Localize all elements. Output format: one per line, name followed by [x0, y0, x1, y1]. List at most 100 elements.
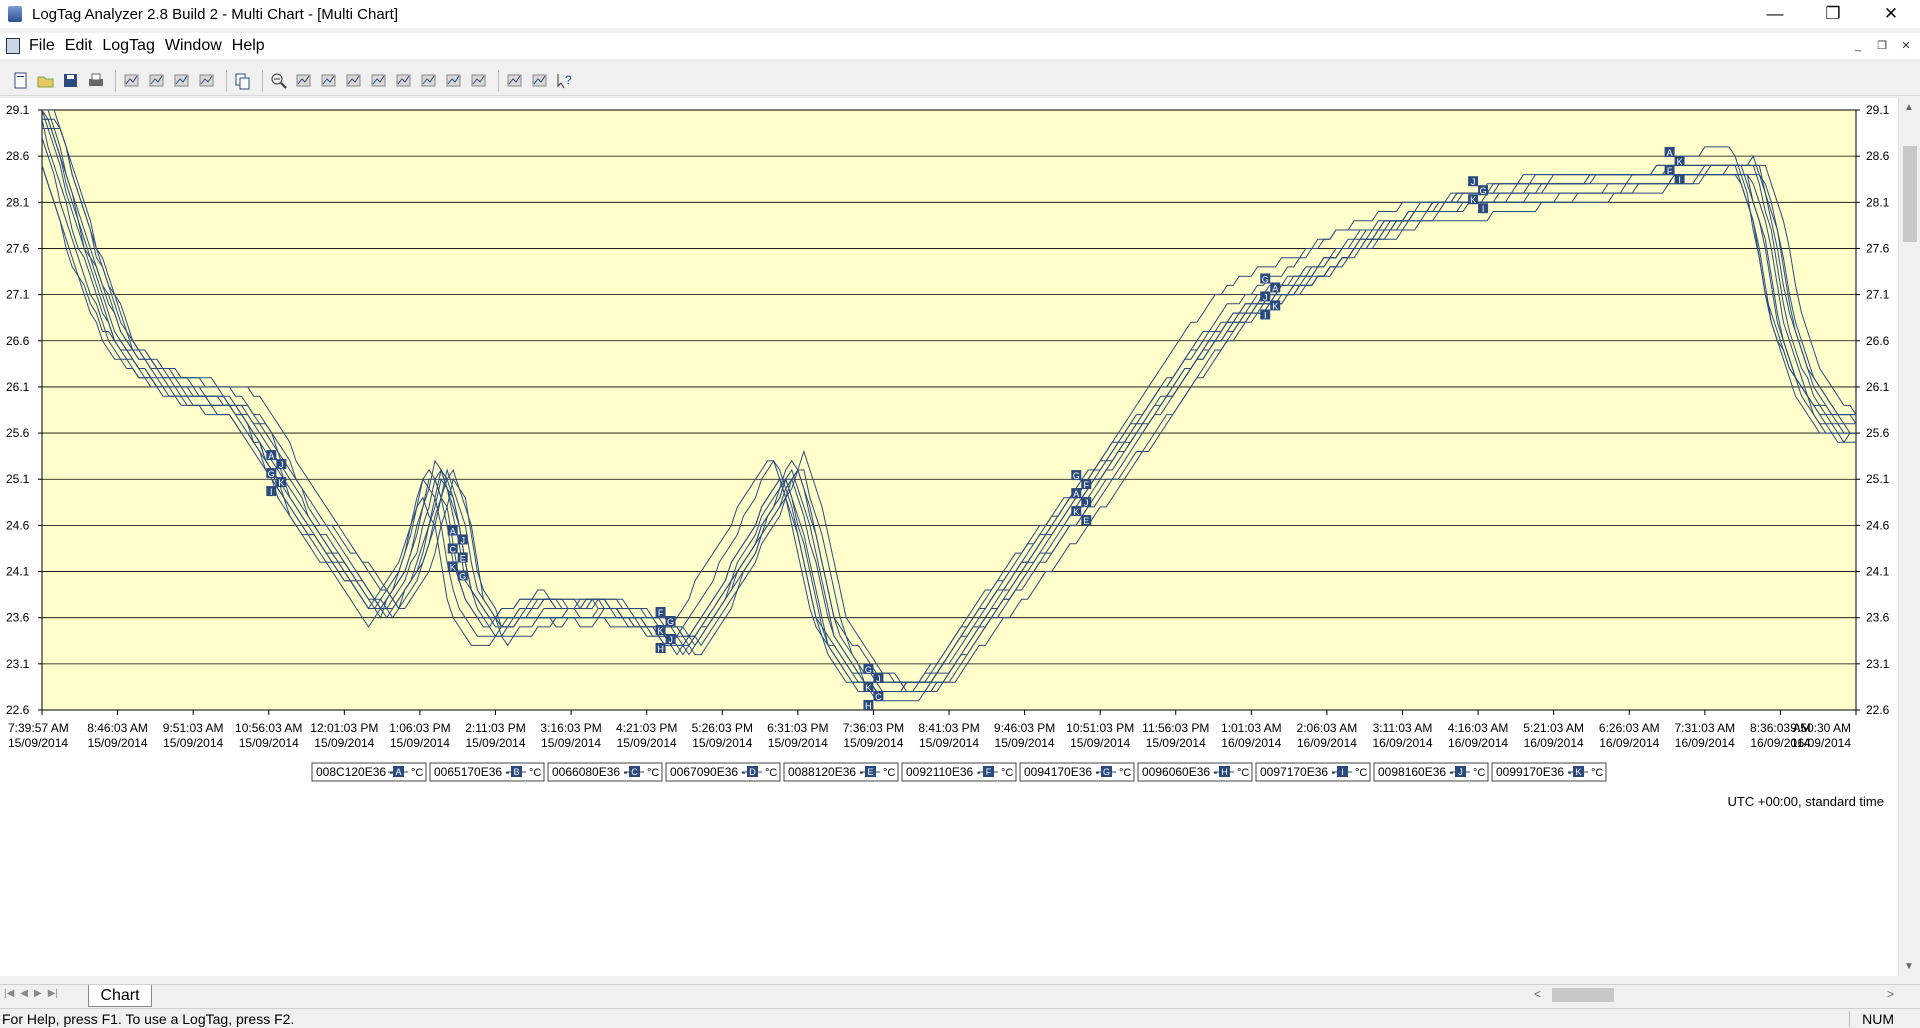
x-tick-label-time: 5:21:03 AM: [1523, 721, 1584, 735]
marker-label-G: G: [1073, 471, 1080, 481]
legend-unit-A: °C: [411, 767, 423, 779]
mdi-close-button[interactable]: ✕: [1898, 38, 1914, 54]
configure-button[interactable]: [146, 70, 168, 92]
toolbar-separator: [498, 69, 499, 92]
legend-name-D: 0067090E36 -: [670, 765, 745, 779]
first-tab-icon[interactable]: |◀: [4, 988, 14, 999]
legend-letter-J: J: [1458, 767, 1463, 777]
open-button[interactable]: [35, 70, 57, 92]
mark-button[interactable]: [318, 70, 340, 92]
x-tick-label-date: 15/09/2014: [88, 736, 148, 750]
x-tick-label-date: 16/09/2014: [1372, 736, 1432, 750]
x-tick-label-time: 2:06:03 AM: [1297, 721, 1358, 735]
horizontal-scrollbar[interactable]: < >: [1530, 986, 1898, 1004]
scroll-down-icon[interactable]: ▼: [1904, 961, 1914, 972]
legend-name-A: 008C120E36 -: [316, 765, 393, 779]
line-chart-button[interactable]: [468, 70, 490, 92]
prev-tab-icon[interactable]: ◀: [20, 988, 28, 999]
zoom-out-icon: [271, 73, 287, 89]
x-tick-label-date: 16/09/2014: [1448, 736, 1508, 750]
axis-up-button[interactable]: [393, 70, 415, 92]
zoom-out-button[interactable]: [268, 70, 290, 92]
last-tab-icon[interactable]: ▶|: [48, 988, 58, 999]
new-button[interactable]: [10, 70, 32, 92]
tools-button[interactable]: [504, 70, 526, 92]
menu-edit[interactable]: Edit: [60, 37, 98, 55]
menu-file[interactable]: File: [24, 37, 60, 55]
axis-down-button[interactable]: [368, 70, 390, 92]
logger-icon: [199, 74, 214, 86]
x-tick-label-time: 1:06:03 PM: [389, 721, 450, 735]
x-tick-label-time: 5:26:03 PM: [692, 721, 753, 735]
next-tab-icon[interactable]: ▶: [34, 988, 42, 999]
mdi-minimize-button[interactable]: _: [1850, 38, 1866, 54]
x-tick-label-date: 15/09/2014: [465, 736, 525, 750]
x-tick-label-time: 1:01:03 AM: [1221, 721, 1282, 735]
x-tick-label-date: 16/09/2014: [1297, 736, 1357, 750]
y-tick-label: 22.6: [6, 703, 30, 717]
legend-letter-I: I: [1341, 767, 1344, 777]
context-help-icon: ?: [557, 73, 572, 88]
tools-icon: [507, 74, 522, 86]
mdi-restore-button[interactable]: ❐: [1874, 38, 1890, 54]
marker-label-F: F: [1084, 480, 1090, 490]
y-tick-label: 23.6: [6, 611, 30, 625]
y-tick-label-right: 23.6: [1866, 611, 1890, 625]
multi-chart: Multi Chart29.129.128.628.628.128.127.62…: [6, 98, 1890, 809]
legend-letter-H: H: [1221, 767, 1228, 777]
timezone-note: UTC +00:00, standard time: [1728, 794, 1884, 809]
marker-label-K: K: [1470, 195, 1476, 205]
scroll-left-icon[interactable]: <: [1534, 987, 1541, 1001]
menu-help[interactable]: Help: [227, 37, 270, 55]
close-button[interactable]: ✕: [1862, 0, 1920, 28]
x-tick-label-time: 10:51:03 PM: [1066, 721, 1134, 735]
legend-letter-C: C: [631, 767, 638, 777]
vertical-scrollbar[interactable]: ▲ ▼: [1898, 98, 1920, 976]
download-button[interactable]: [121, 70, 143, 92]
horizontal-scroll-thumb[interactable]: [1552, 988, 1614, 1002]
y-tick-label: 23.1: [6, 657, 30, 671]
restore-button[interactable]: ❐: [1804, 0, 1862, 28]
y-tick-label-right: 22.6: [1866, 703, 1890, 717]
x-tick-label-time: 4:21:03 PM: [616, 721, 677, 735]
menu-bar: File Edit LogTag Window Help: [0, 33, 1920, 59]
scroll-up-icon[interactable]: ▲: [1904, 102, 1914, 113]
logger-button[interactable]: [196, 70, 218, 92]
menu-window[interactable]: Window: [160, 37, 227, 55]
menu-logtag[interactable]: LogTag: [97, 37, 160, 55]
axis-up-icon: [396, 74, 411, 86]
axis-button[interactable]: [343, 70, 365, 92]
legend-unit-C: °C: [647, 767, 659, 779]
minimize-button[interactable]: —: [1746, 0, 1804, 28]
copy-button[interactable]: [232, 70, 254, 92]
y-tick-label-right: 26.1: [1866, 380, 1890, 394]
marker-label-K: K: [450, 562, 456, 572]
document-icon[interactable]: [6, 38, 20, 54]
zoom-table-button[interactable]: [293, 70, 315, 92]
marker-label-J: J: [460, 535, 465, 545]
print-button[interactable]: [85, 70, 107, 92]
marker-label-A: A: [1073, 489, 1079, 499]
x-tick-label-date: 15/09/2014: [768, 736, 828, 750]
x-tick-label-time: 3:11:03 AM: [1373, 721, 1433, 735]
marker-label-A: A: [1272, 283, 1278, 293]
tab-chart[interactable]: Chart: [88, 985, 152, 1007]
context-help-button[interactable]: ?: [554, 70, 576, 92]
x-tick-label-date: 16/09/2014: [1791, 736, 1851, 750]
marker-label-K: K: [1677, 157, 1683, 167]
hand-button[interactable]: [529, 70, 551, 92]
legend-unit-G: °C: [1119, 767, 1131, 779]
filter-button[interactable]: [171, 70, 193, 92]
vertical-scroll-thumb[interactable]: [1903, 146, 1917, 242]
status-bar: For Help, press F1. To use a LogTag, pre…: [0, 1008, 1920, 1028]
marker-label-G: G: [1480, 186, 1487, 196]
marker-label-I: I: [270, 487, 273, 497]
marker-label-K: K: [1272, 301, 1278, 311]
y-tick-label: 24.6: [6, 518, 30, 532]
marker-label-K: K: [658, 626, 664, 636]
wave-button[interactable]: [443, 70, 465, 92]
scroll-right-icon[interactable]: >: [1887, 987, 1894, 1001]
save-button[interactable]: [60, 70, 82, 92]
configure-icon: [149, 74, 164, 86]
chart-button[interactable]: [418, 70, 440, 92]
